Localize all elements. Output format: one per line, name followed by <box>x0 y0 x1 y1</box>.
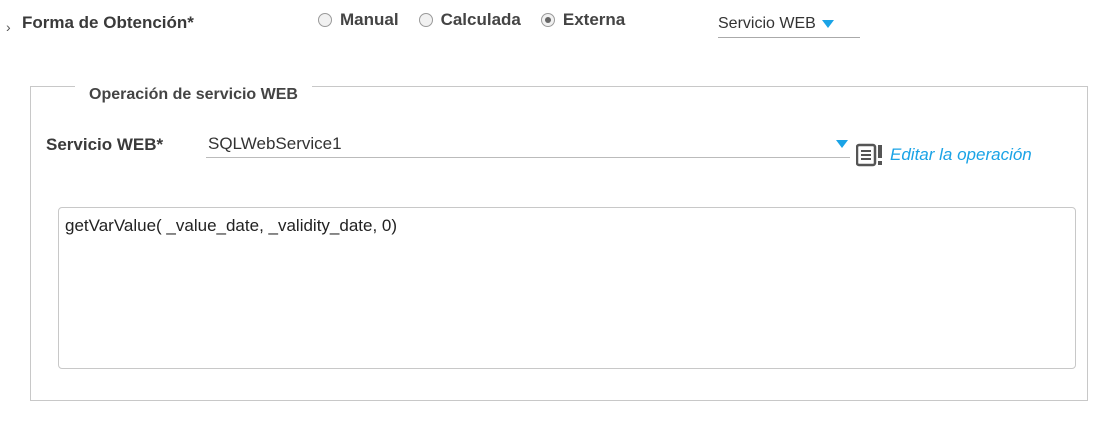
radio-manual[interactable]: Manual <box>318 10 399 30</box>
web-service-select[interactable]: SQLWebService1 <box>206 130 850 158</box>
radio-calculada[interactable]: Calculada <box>418 10 521 30</box>
source-type-value: Servicio WEB <box>718 14 816 32</box>
obtention-radio-group: Manual Calculada Externa <box>318 10 645 30</box>
dropdown-caret-icon[interactable] <box>836 139 848 148</box>
radio-manual-label[interactable]: Manual <box>340 10 399 30</box>
dropdown-caret-icon[interactable] <box>821 19 834 28</box>
operation-code-textarea[interactable]: getVarValue( _value_date, _validity_date… <box>58 207 1076 369</box>
section-legend: Operación de servicio WEB <box>75 86 312 104</box>
radio-externa-circle[interactable] <box>540 13 555 27</box>
edit-operation-link[interactable]: Editar la operación <box>890 145 1032 165</box>
obtention-label: Forma de Obtención* <box>22 13 194 32</box>
radio-externa-label[interactable]: Externa <box>563 10 625 30</box>
edit-operation-icon[interactable] <box>856 142 886 168</box>
radio-calculada-circle[interactable] <box>418 13 433 27</box>
radio-calculada-label[interactable]: Calculada <box>441 10 521 30</box>
web-service-label: Servicio WEB* <box>46 135 164 154</box>
radio-externa[interactable]: Externa <box>540 10 625 30</box>
web-service-value: SQLWebService1 <box>208 133 342 153</box>
source-type-select[interactable]: Servicio WEB <box>718 10 860 38</box>
radio-manual-circle[interactable] <box>318 13 332 27</box>
chevron-right-icon[interactable]: › <box>6 20 11 34</box>
